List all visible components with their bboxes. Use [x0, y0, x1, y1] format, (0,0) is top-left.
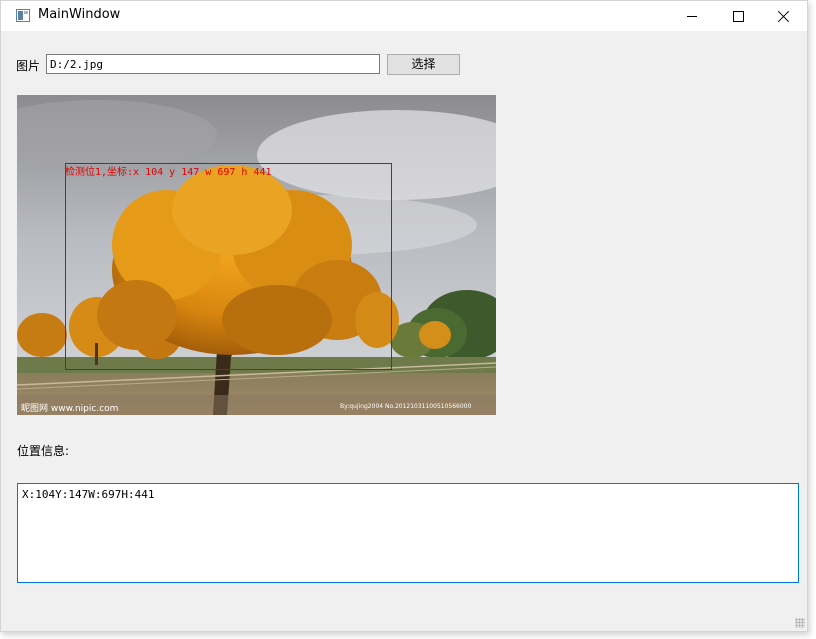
resize-grip-icon[interactable]	[795, 618, 805, 628]
position-info-label: 位置信息:	[17, 444, 70, 458]
image-label: 图片	[16, 59, 41, 73]
minimize-icon	[687, 15, 697, 17]
app-window-icon	[16, 9, 30, 22]
image-path-input[interactable]	[46, 54, 380, 74]
watermark-left: 昵图网 www.nipic.com	[21, 404, 119, 414]
detection-box	[65, 163, 392, 370]
detection-label: 检测位1,坐标:x 104 y 147 w 697 h 441	[65, 167, 272, 178]
watermark-right: By:qujing2004 No.20121031100510566000	[340, 403, 472, 410]
close-button[interactable]	[761, 1, 807, 31]
choose-button[interactable]: 选择	[387, 54, 460, 75]
maximize-button[interactable]	[715, 1, 761, 31]
window-title: MainWindow	[38, 7, 121, 22]
minimize-button[interactable]	[669, 1, 715, 31]
position-info-textarea[interactable]: X:104Y:147W:697H:441	[17, 483, 799, 583]
title-bar[interactable]: MainWindow	[1, 1, 807, 31]
close-icon	[778, 10, 790, 22]
maximize-icon	[732, 10, 744, 22]
